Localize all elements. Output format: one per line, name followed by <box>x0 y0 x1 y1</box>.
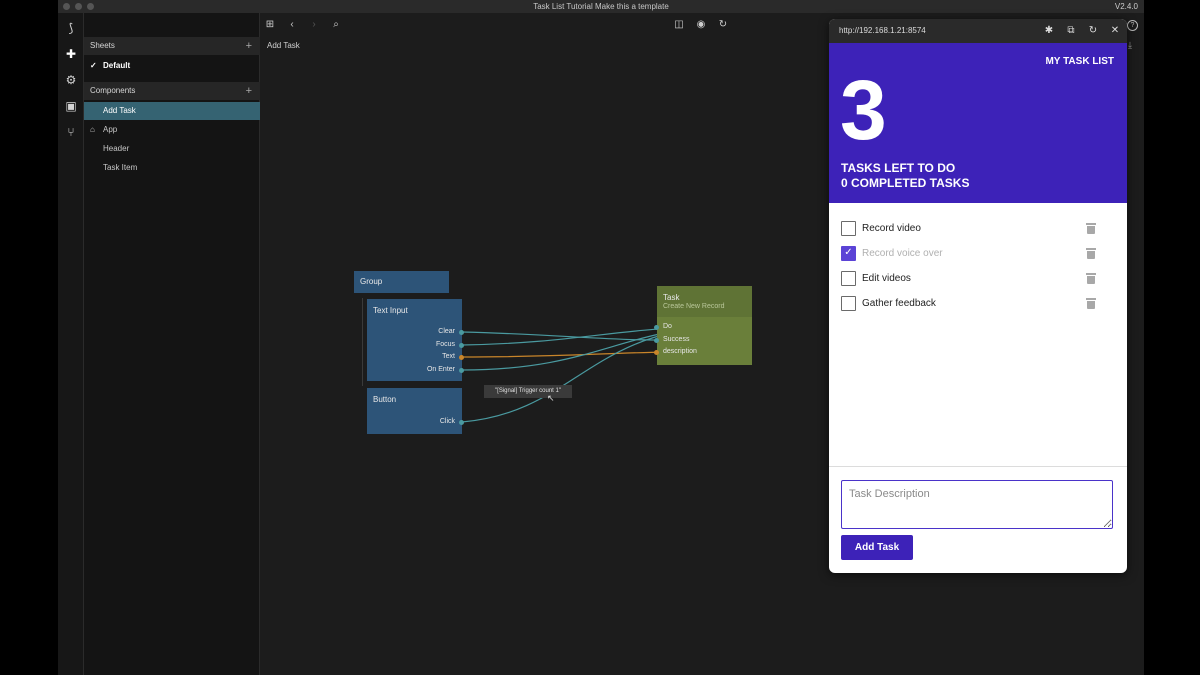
component-item-header[interactable]: Header <box>84 140 260 158</box>
components-title: Components <box>90 86 136 95</box>
button-node[interactable]: Button Click <box>367 388 464 434</box>
sheets-title: Sheets <box>90 41 115 50</box>
signal-tooltip: "[Signal] Trigger count 1" <box>484 385 572 398</box>
task-checkbox[interactable] <box>841 271 856 286</box>
help-icon[interactable]: ? <box>1127 20 1138 31</box>
sheet-item-default[interactable]: ✓ Default <box>84 57 260 75</box>
task-label: Record voice over <box>862 248 943 259</box>
group-node[interactable]: Group <box>354 271 449 293</box>
task-checkbox[interactable]: ✓ <box>841 246 856 261</box>
side-panel: Sheets + ✓ Default Components + Add Task… <box>84 13 260 675</box>
task-checkbox[interactable] <box>841 221 856 236</box>
settings-gear-icon[interactable]: ⚙ <box>64 73 78 87</box>
open-external-icon[interactable]: ⧉ <box>1064 19 1078 43</box>
task-item: ✓ Record voice over <box>841 245 1111 263</box>
components-header: Components + <box>84 82 260 100</box>
close-window-button[interactable] <box>63 3 70 10</box>
preview-toolbar: http://192.168.1.21:8574 ✱ ⧉ ↻ ✕ <box>829 19 1127 43</box>
task-label: Gather feedback <box>862 298 936 309</box>
port-dot[interactable] <box>654 325 659 330</box>
port-text[interactable]: Text <box>442 353 455 360</box>
task-label: Edit videos <box>862 273 911 284</box>
port-dot[interactable] <box>654 338 659 343</box>
component-item-label: Header <box>103 144 130 153</box>
app-title: MY TASK LIST <box>1045 56 1114 67</box>
bug-icon[interactable]: ✱ <box>1042 19 1056 43</box>
refresh-icon[interactable]: ↻ <box>1086 19 1100 43</box>
button-node-title: Button <box>373 395 397 404</box>
widgets-icon[interactable]: ▣ <box>64 99 78 113</box>
task-description-input[interactable] <box>841 480 1113 529</box>
window-title: Task List Tutorial Make this a template <box>533 2 669 11</box>
task-node-title: Task <box>663 293 680 302</box>
text-input-node[interactable]: Text Input Clear Focus Text On Enter <box>367 299 464 381</box>
cursor-icon: ↖ <box>547 393 555 403</box>
add-sheet-icon[interactable]: + <box>246 37 252 55</box>
task-node-subtitle: Create New Record <box>663 303 725 310</box>
component-item-label: Add Task <box>103 106 136 115</box>
icon-sidebar: ⟆ ✚ ⚙ ▣ ⑂ <box>58 13 84 675</box>
minimize-window-button[interactable] <box>75 3 82 10</box>
port-click[interactable]: Click <box>440 418 455 425</box>
completed-tasks-label: 0 COMPLETED TASKS <box>841 176 970 190</box>
app-header: MY TASK LIST 3 TASKS LEFT TO DO 0 COMPLE… <box>829 43 1127 203</box>
port-do[interactable]: Do <box>663 323 672 330</box>
task-label: Record video <box>862 223 921 234</box>
port-focus[interactable]: Focus <box>436 341 455 348</box>
tasks-left-label: TASKS LEFT TO DO <box>841 161 956 175</box>
home-icon: ⌂ <box>90 125 95 134</box>
task-node[interactable]: Task Create New Record Do Success descri… <box>654 286 752 365</box>
group-node-title: Group <box>360 277 383 286</box>
port-success[interactable]: Success <box>663 336 689 343</box>
text-input-node-title: Text Input <box>373 306 408 315</box>
sheets-header: Sheets + <box>84 37 260 55</box>
trash-icon[interactable] <box>1086 248 1096 259</box>
add-task-button[interactable]: Add Task <box>841 535 913 560</box>
component-item-app[interactable]: ⌂ App <box>84 121 260 139</box>
title-bar: Task List Tutorial Make this a template … <box>58 0 1144 13</box>
port-dot[interactable] <box>459 343 464 348</box>
port-dot[interactable] <box>459 355 464 360</box>
divider <box>829 466 1127 467</box>
task-item: Record video <box>841 220 1111 238</box>
zoom-window-button[interactable] <box>87 3 94 10</box>
preview-url[interactable]: http://192.168.1.21:8574 <box>839 26 926 35</box>
task-item: Gather feedback <box>841 295 1111 313</box>
group-bracket <box>362 298 363 386</box>
version-label: V2.4.0 <box>1114 2 1138 11</box>
add-component-icon[interactable]: + <box>246 82 252 100</box>
sheet-item-label: Default <box>103 61 131 70</box>
component-item-label: App <box>103 125 118 134</box>
trash-icon[interactable] <box>1086 223 1096 234</box>
download-icon[interactable]: ⤓ <box>1128 40 1132 51</box>
checkmark-icon: ✓ <box>90 61 97 70</box>
tasks-count: 3 <box>840 63 887 157</box>
port-dot[interactable] <box>459 330 464 335</box>
port-dot[interactable] <box>654 350 659 355</box>
component-item-label: Task Item <box>103 163 138 172</box>
port-clear[interactable]: Clear <box>438 328 455 335</box>
task-item: Edit videos <box>841 270 1111 288</box>
task-checkbox[interactable] <box>841 296 856 311</box>
trash-icon[interactable] <box>1086 273 1096 284</box>
trash-icon[interactable] <box>1086 298 1096 309</box>
port-dot[interactable] <box>459 368 464 373</box>
port-description[interactable]: description <box>663 348 697 355</box>
logo-icon[interactable]: ⟆ <box>64 21 78 35</box>
component-item-add-task[interactable]: Add Task <box>84 102 260 120</box>
version-control-icon[interactable]: ⑂ <box>64 125 78 139</box>
preview-window: http://192.168.1.21:8574 ✱ ⧉ ↻ ✕ MY TASK… <box>829 19 1127 573</box>
close-icon[interactable]: ✕ <box>1108 19 1122 43</box>
port-on-enter[interactable]: On Enter <box>427 366 455 373</box>
port-dot[interactable] <box>459 420 464 425</box>
component-item-task-item[interactable]: Task Item <box>84 159 260 177</box>
components-icon[interactable]: ✚ <box>64 47 78 61</box>
